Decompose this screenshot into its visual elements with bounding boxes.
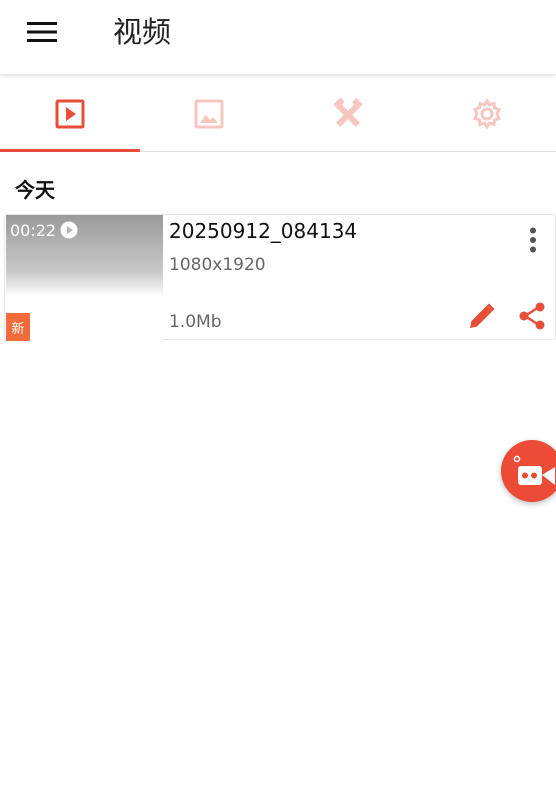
record-button[interactable] [501,440,556,502]
share-icon [519,302,545,330]
play-circle-icon [60,221,78,239]
app-bar: 视频 [0,0,556,74]
video-file-name: 20250912_084134 [169,219,358,243]
share-button[interactable] [515,299,549,333]
video-play-icon [55,99,84,128]
tools-icon [332,96,363,127]
duration-overlay: 00:22 [10,219,78,241]
tab-bar [0,76,556,152]
more-vertical-icon [530,227,536,253]
hamburger-menu-icon [27,22,57,42]
video-list-item[interactable]: 00:22 新 20250912_084134 1080x1920 1.0Mb [4,214,556,341]
settings-gear-icon [472,97,501,130]
video-record-icon [513,455,555,485]
tab-videos[interactable] [0,76,139,151]
tab-tools[interactable] [278,76,417,151]
edit-button[interactable] [465,299,499,333]
pencil-edit-icon [470,303,495,328]
tab-settings[interactable] [417,76,556,151]
duration-text: 00:22 [10,220,57,240]
video-file-size: 1.0Mb [169,312,222,332]
image-icon [194,99,223,128]
page-title: 视频 [113,15,172,49]
active-tab-indicator [0,149,140,152]
new-badge: 新 [6,313,30,341]
video-thumbnail[interactable]: 00:22 新 [6,215,163,341]
menu-button[interactable] [20,12,64,52]
more-options-button[interactable] [521,225,545,255]
tab-images[interactable] [139,76,278,151]
section-header-today: 今天 [15,178,55,202]
video-resolution: 1080x1920 [169,255,266,275]
